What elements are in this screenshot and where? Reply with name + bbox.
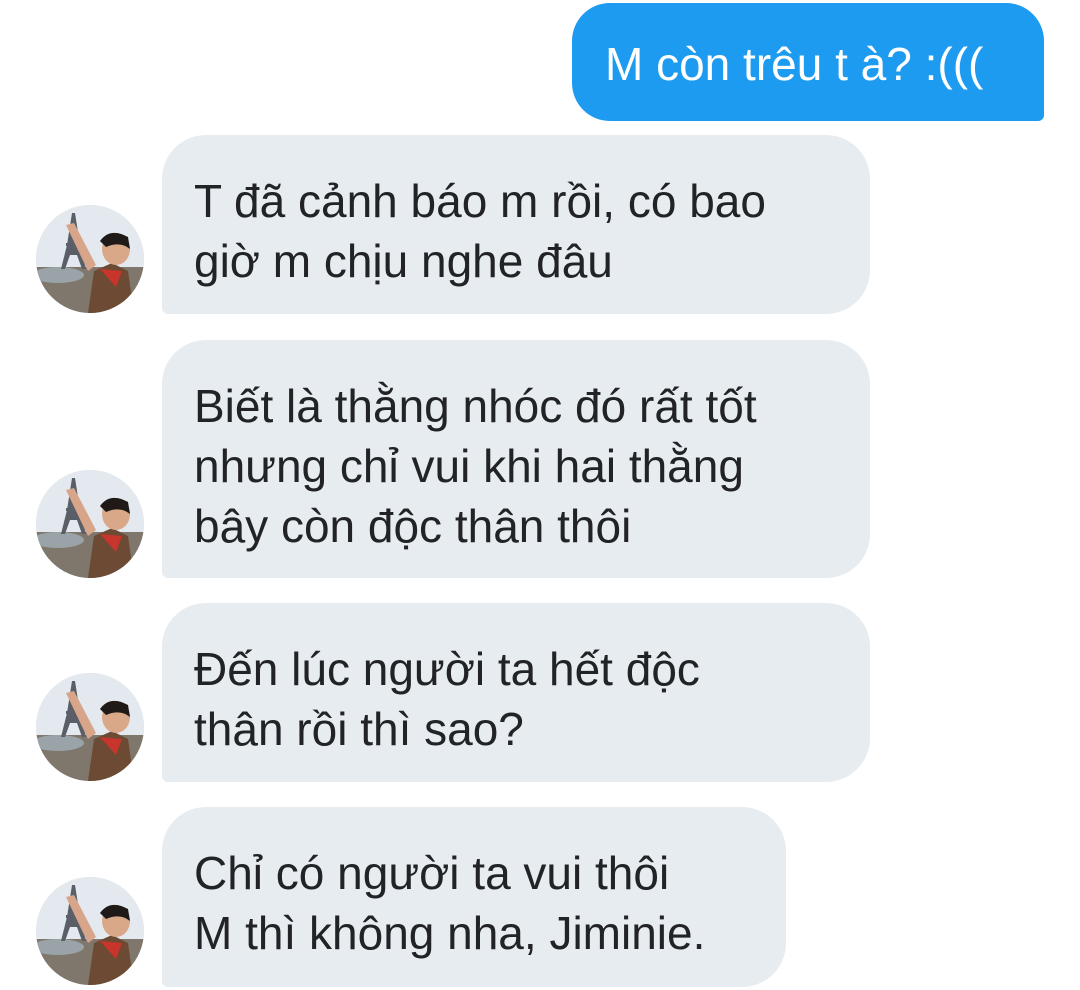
avatar-photo-icon: [36, 470, 144, 578]
contact-avatar[interactable]: [36, 470, 144, 578]
chat-thread: M còn trêu t à? :((( T đã cảnh báo m rồi…: [0, 0, 1080, 990]
avatar-photo-icon: [36, 205, 144, 313]
contact-avatar[interactable]: [36, 205, 144, 313]
message-bubble-received[interactable]: Chỉ có người ta vui thôi M thì không nha…: [162, 807, 786, 987]
message-bubble-received[interactable]: T đã cảnh báo m rồi, có bao giờ m chịu n…: [162, 135, 870, 314]
contact-avatar[interactable]: [36, 877, 144, 985]
message-bubble-received[interactable]: Đến lúc người ta hết độc thân rồi thì sa…: [162, 603, 870, 782]
message-bubble-sent[interactable]: M còn trêu t à? :(((: [572, 3, 1044, 121]
contact-avatar[interactable]: [36, 673, 144, 781]
avatar-photo-icon: [36, 673, 144, 781]
message-bubble-received[interactable]: Biết là thằng nhóc đó rất tốt nhưng chỉ …: [162, 340, 870, 578]
avatar-photo-icon: [36, 877, 144, 985]
